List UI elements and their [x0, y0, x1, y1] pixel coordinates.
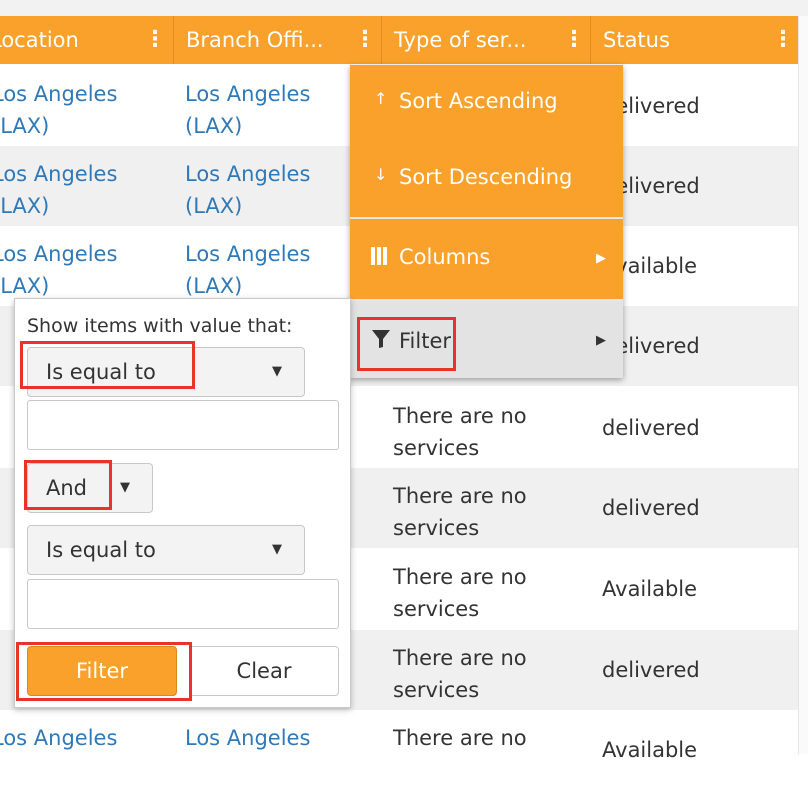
second-value-input[interactable] — [27, 579, 339, 629]
sort-ascending-item[interactable]: ↑ Sort Ascending — [350, 65, 623, 141]
table-row: Los Angeles Los Angeles There are no Ava… — [0, 710, 798, 790]
clear-button[interactable]: Clear — [189, 646, 339, 696]
location-link[interactable]: Los Angeles — [0, 722, 142, 754]
first-operator-dropdown[interactable]: Is equal to ▼ — [27, 347, 305, 397]
column-menu-icon[interactable]: ⋮ — [772, 16, 794, 64]
service-type-cell: There are no services — [393, 404, 527, 460]
location-link[interactable]: Los Angeles (LAX) — [0, 78, 142, 142]
column-header-label: Location — [0, 28, 79, 52]
service-type-cell: There are no services — [393, 565, 527, 621]
chevron-down-icon: ▼ — [272, 542, 282, 557]
column-menu-icon[interactable]: ⋮ — [144, 16, 166, 64]
second-operator-value: Is equal to — [46, 538, 156, 562]
branch-office-link[interactable]: Los Angeles (LAX) — [185, 158, 335, 222]
submenu-arrow-icon: ▶ — [596, 251, 606, 266]
column-header-status[interactable]: Status ⋮ — [591, 16, 798, 64]
sort-descending-item[interactable]: ↓ Sort Descending — [350, 141, 623, 217]
columns-item[interactable]: Columns ▶ — [350, 219, 623, 299]
status-cell: Available — [602, 738, 698, 762]
sort-ascending-label: Sort Ascending — [399, 89, 558, 113]
branch-office-link[interactable]: Los Angeles — [185, 722, 335, 754]
filter-panel: Show items with value that: Is equal to … — [14, 298, 351, 708]
status-cell: delivered — [602, 416, 700, 440]
service-type-cell: There are no services — [393, 646, 527, 702]
location-link[interactable]: Los Angeles (LAX) — [0, 158, 142, 222]
branch-office-link[interactable]: Los Angeles (LAX) — [185, 238, 335, 302]
filter-item[interactable]: Filter ▶ — [350, 301, 623, 378]
status-cell: delivered — [602, 658, 700, 682]
submenu-arrow-icon: ▶ — [596, 333, 606, 348]
logic-dropdown[interactable]: And ▼ — [27, 463, 153, 513]
column-menu-icon[interactable]: ⋮ — [563, 16, 585, 64]
status-cell: Available — [602, 577, 698, 601]
grid-header: Location ⋮ Branch Offi... ⋮ Type of ser.… — [0, 16, 798, 64]
filter-panel-title: Show items with value that: — [27, 315, 293, 337]
filter-funnel-icon — [372, 329, 390, 354]
columns-label: Columns — [399, 245, 491, 269]
second-operator-dropdown[interactable]: Is equal to ▼ — [27, 525, 305, 575]
column-header-label: Branch Offi... — [186, 28, 324, 52]
column-header-branch-office[interactable]: Branch Offi... ⋮ — [174, 16, 382, 64]
columns-icon — [370, 245, 388, 272]
column-header-label: Type of ser... — [394, 28, 527, 52]
column-header-type-of-service[interactable]: Type of ser... ⋮ — [382, 16, 591, 64]
column-menu-icon[interactable]: ⋮ — [354, 16, 376, 64]
column-menu: ↑ Sort Ascending ↓ Sort Descending Colum… — [350, 65, 623, 378]
sort-descending-icon: ↓ — [374, 165, 388, 184]
service-type-cell: There are no services — [393, 484, 527, 540]
sort-ascending-icon: ↑ — [374, 89, 388, 108]
chevron-down-icon: ▼ — [272, 364, 282, 379]
column-header-label: Status — [603, 28, 670, 52]
first-value-input[interactable] — [27, 400, 339, 450]
branch-office-link[interactable]: Los Angeles (LAX) — [185, 78, 335, 142]
sort-descending-label: Sort Descending — [399, 165, 573, 189]
logic-value: And — [46, 476, 88, 500]
filter-button[interactable]: Filter — [27, 646, 177, 696]
location-link[interactable]: Los Angeles (LAX) — [0, 238, 142, 302]
column-header-location[interactable]: Location ⋮ — [0, 16, 174, 64]
top-strip — [0, 0, 808, 17]
service-type-cell: There are no — [393, 726, 527, 750]
status-cell: delivered — [602, 496, 700, 520]
filter-label: Filter — [399, 329, 452, 353]
vertical-scrollbar[interactable] — [798, 16, 808, 754]
chevron-down-icon: ▼ — [120, 480, 130, 495]
first-operator-value: Is equal to — [46, 360, 156, 384]
